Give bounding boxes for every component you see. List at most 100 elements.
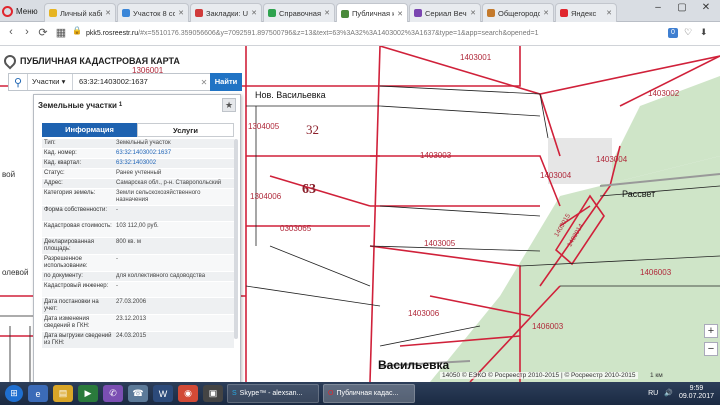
favorite-star-button[interactable]: ★ [222, 98, 236, 112]
attribute-key: по документу: [44, 273, 83, 279]
cadastral-map[interactable]: ПУБЛИЧНАЯ КАДАСТРОВАЯ КАРТА 1306001 Нов.… [0, 46, 720, 382]
taskbar-app-label: Skype™ - alexsan... [239, 390, 303, 397]
attribute-key: Дата изменения сведений в ГКН: [44, 316, 90, 329]
tab-close-icon[interactable]: ✕ [606, 9, 612, 17]
map-label: 1304006 [250, 192, 282, 201]
zoom-out-button[interactable]: − [704, 342, 718, 356]
browser-tab[interactable]: Публичная ка✕ [336, 3, 408, 23]
maximize-button[interactable]: ▢ [672, 2, 692, 13]
tab-close-icon[interactable]: ✕ [543, 9, 549, 17]
attribute-value[interactable]: 63:32:1403002:1637 [114, 149, 234, 158]
map-label: 63 [302, 182, 316, 197]
taskbar-app-label: Публичная кадас... [336, 390, 399, 397]
map-label: 1403001 [460, 53, 492, 62]
tab-favicon-icon [268, 9, 276, 17]
attribute-row: Разрешенное использование: - [42, 255, 234, 272]
attribute-value: Ранее учтенный [116, 170, 162, 176]
map-label: Васильевка [378, 358, 450, 372]
map-label: вой [2, 170, 16, 179]
ie-icon[interactable]: e [28, 385, 48, 402]
tab-strip: Меню Личный каби ✕ Участок 8 со ✕ Закладки: … [0, 0, 720, 23]
zoom-in-button[interactable]: + [704, 324, 718, 338]
opera-logo-icon [2, 5, 13, 17]
attribute-key: Дата выгрузки сведений из ГКН: [44, 333, 112, 346]
tab-favicon-icon [122, 9, 130, 17]
media-icon[interactable]: ▶ [78, 385, 98, 402]
attribute-value: 23.12.2013 [116, 316, 147, 322]
attribute-value: Земли сельскохозяйственного назначения [116, 190, 201, 203]
map-label: 1403006 [408, 309, 440, 318]
tab-label: Личный каби [60, 8, 103, 18]
attribute-key: Кад. квартал: [44, 160, 82, 166]
tab-close-icon[interactable]: ✕ [178, 9, 184, 17]
tab-label: Публичная ка [352, 9, 394, 18]
tab-close-icon[interactable]: ✕ [470, 9, 476, 17]
app-icon[interactable]: ☎ [128, 385, 148, 402]
attribute-key: Категория земель: [44, 190, 96, 196]
forward-icon[interactable]: › [20, 26, 34, 38]
tab-services[interactable]: Услуги [137, 123, 234, 137]
browser-tab[interactable]: Сериал Вечно✕ [409, 3, 481, 22]
map-copyright: 14050 © ЕЭКО © Росреестр 2010-2015 | © Р… [440, 372, 638, 379]
clock-date: 09.07.2017 [678, 393, 714, 400]
browser-tab[interactable]: Яндекс ✕ [555, 3, 617, 22]
browser-tab[interactable]: Закладки: Uns✕ [190, 3, 262, 22]
map-label: 1403005 [424, 239, 456, 248]
tab-close-icon[interactable]: ✕ [105, 9, 111, 17]
tab-label: Участок 8 со [133, 8, 176, 18]
tab-close-icon[interactable]: ✕ [324, 9, 330, 17]
browser-tab[interactable]: Участок 8 со ✕ [117, 3, 189, 22]
search-button[interactable]: Найти [210, 73, 242, 91]
heart-icon[interactable]: ♡ [684, 27, 692, 38]
close-window-button[interactable]: ✕ [696, 2, 716, 13]
panel-title: Земельные участки [38, 100, 117, 110]
browser-tab[interactable]: Общегородск ✕ [482, 3, 554, 22]
attribute-value: 27.03.2006 [116, 299, 147, 305]
explorer-icon[interactable]: ▤ [53, 385, 73, 402]
speed-dial-icon[interactable]: ▦ [54, 26, 68, 39]
screenshot-icon[interactable]: ▣ [203, 385, 223, 402]
opera-menu-button[interactable]: Меню [2, 3, 42, 19]
tab-close-icon[interactable]: ✕ [397, 10, 403, 18]
tab-info[interactable]: Информация [42, 123, 137, 137]
download-icon[interactable]: ⬇ [700, 27, 708, 38]
search-type-select[interactable]: Участки ▾ [27, 74, 73, 90]
url-field[interactable]: pkk5.rosreestr.ru/#x=5510176.359056606&y… [86, 26, 626, 42]
map-label: 1403004 [540, 171, 572, 180]
clear-search-icon[interactable]: ✕ [198, 78, 210, 87]
search-input[interactable]: 63:32:1403002:1637 [73, 74, 198, 90]
adblock-badge[interactable]: 0 [668, 28, 678, 38]
volume-icon[interactable]: 🔊 [664, 389, 673, 397]
start-button-icon[interactable]: ⊞ [5, 385, 23, 402]
chrome-icon[interactable]: ◉ [178, 385, 198, 402]
taskbar-skype[interactable]: S Skype™ - alexsan... [227, 384, 319, 403]
attribute-value: - [116, 207, 118, 213]
language-indicator[interactable]: RU [648, 390, 658, 397]
attribute-row: Кадастровая стоимость: 103 112,00 руб. [42, 222, 234, 238]
taskbar-opera[interactable]: O Публичная кадас... [323, 384, 415, 403]
minimize-button[interactable]: – [648, 2, 668, 13]
attribute-key: Дата постановки на учет: [44, 299, 99, 312]
tab-favicon-icon [414, 9, 422, 17]
taskbar: ⊞ e ▤ ▶ ✆ ☎ W ◉ ▣ S Skype™ - alexsan... … [0, 382, 720, 405]
clock[interactable]: 9:59 09.07.2017 [679, 385, 714, 401]
attribute-value[interactable]: 63:32:1403002 [114, 159, 234, 168]
word-icon[interactable]: W [153, 385, 173, 402]
panel-scrollbar[interactable] [234, 139, 238, 339]
viber-icon[interactable]: ✆ [103, 385, 123, 402]
map-label: 1403002 [648, 89, 680, 98]
map-scale: 1 км [650, 372, 663, 379]
attribute-key: Адрес: [44, 180, 63, 186]
browser-tab[interactable]: Справочная н✕ [263, 3, 335, 22]
attribute-row: Кад. номер: 63:32:1403002:1637 [42, 149, 234, 159]
attribute-value: для коллективного садоводства [116, 273, 206, 279]
reload-icon[interactable]: ⟳ [36, 26, 50, 39]
back-icon[interactable]: ‹ [4, 26, 18, 38]
tab-close-icon[interactable]: ✕ [251, 9, 257, 17]
search-icon[interactable]: ⚲ [9, 76, 27, 89]
panel-title-count: 1 [118, 102, 123, 108]
browser-tab[interactable]: Личный каби ✕ [44, 3, 116, 22]
attribute-row: Форма собственности: - [42, 206, 234, 222]
attribute-key: Статус: [44, 170, 65, 176]
parcel-attributes-table: Тип: Земельный участок Кад. номер: 63:32:14… [42, 139, 234, 382]
